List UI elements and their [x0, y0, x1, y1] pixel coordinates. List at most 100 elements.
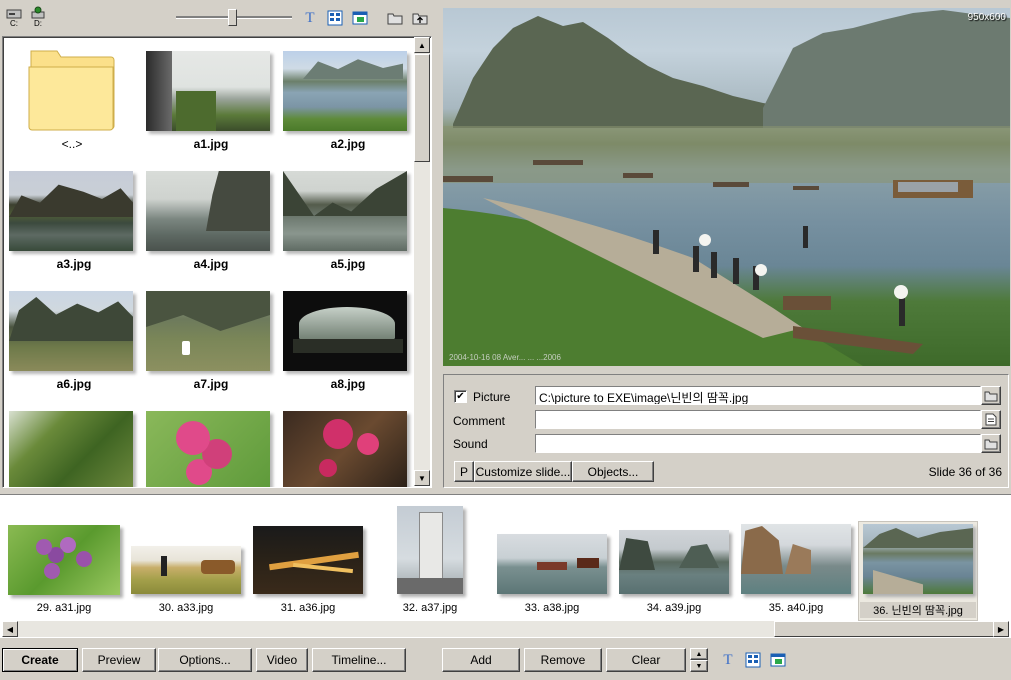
browser-item-a9[interactable] — [9, 409, 139, 487]
browser-item-a10[interactable] — [146, 409, 276, 487]
slide-label-selected: 36. 닌빈의 땀꼭.jpg — [860, 602, 976, 618]
up-folder-icon[interactable] — [411, 9, 429, 27]
remove-button[interactable]: Remove — [524, 648, 602, 672]
browser-item-a2[interactable]: a2.jpg — [283, 49, 413, 157]
folder-icon — [28, 50, 115, 131]
p-button[interactable]: P — [454, 461, 474, 482]
drive-d-icon[interactable]: D: — [28, 4, 48, 30]
browser-item-a6[interactable]: a6.jpg — [9, 289, 139, 397]
thumbnail-size-slider[interactable] — [176, 9, 292, 27]
open-folder-icon — [984, 391, 998, 401]
scroll-thumb[interactable] — [414, 54, 430, 162]
strip-horizontal-scrollbar[interactable]: ◀ ▶ — [2, 621, 1009, 637]
browser-item-a7[interactable]: a7.jpg — [146, 289, 276, 397]
list-view-icon[interactable] — [326, 9, 344, 27]
scroll-left-button[interactable]: ◀ — [2, 621, 18, 637]
browser-item-a8[interactable]: a8.jpg — [283, 289, 413, 397]
slide-image[interactable] — [741, 524, 851, 594]
slide-label: 31. a36.jpg — [280, 602, 336, 614]
parent-folder-item[interactable]: <..> — [7, 43, 137, 153]
browse-picture-button[interactable] — [981, 386, 1001, 405]
window-icon[interactable] — [351, 9, 369, 27]
browser-item-a4[interactable]: a4.jpg — [146, 169, 276, 277]
browse-sound-button[interactable] — [981, 434, 1001, 453]
slide-image[interactable] — [497, 534, 607, 594]
drive-d-label: D: — [34, 19, 42, 28]
video-button[interactable]: Video — [256, 648, 308, 672]
list-view-icon[interactable] — [744, 651, 762, 669]
scroll-thumb[interactable] — [774, 621, 994, 637]
picture-path-field[interactable]: C:\picture to EXE\image\닌빈의 땀꼭.jpg — [535, 386, 981, 405]
thumbnail-image — [146, 171, 270, 251]
top-toolbar: C: D: T — [0, 0, 440, 34]
slider-thumb[interactable] — [228, 9, 237, 26]
thumbnail-image — [283, 171, 407, 251]
text-icon[interactable]: T — [719, 651, 737, 669]
drive-c-label: C: — [10, 19, 18, 28]
item-label: a6.jpg — [56, 377, 92, 391]
item-label: a1.jpg — [193, 137, 229, 151]
slide-label: 32. a37.jpg — [402, 602, 458, 614]
slide-image-selected[interactable] — [863, 524, 973, 594]
slide-label: 33. a38.jpg — [524, 602, 580, 614]
clear-button[interactable]: Clear — [606, 648, 686, 672]
item-label: a8.jpg — [330, 377, 366, 391]
preview-button[interactable]: Preview — [82, 648, 156, 672]
browser-item-a1[interactable]: a1.jpg — [146, 49, 276, 157]
comment-field[interactable] — [535, 410, 981, 429]
thumbnail-image — [9, 291, 133, 371]
slide-label: 30. a33.jpg — [158, 602, 214, 614]
sound-label: Sound — [453, 437, 488, 451]
picture-label: Picture — [473, 390, 511, 404]
file-browser[interactable]: <..> a1.jpg a2.jpg a3.jpg a4.jpg a5.jpg — [2, 36, 432, 488]
thumbnail-image — [283, 51, 407, 131]
open-folder-icon[interactable] — [386, 9, 404, 27]
slide-image[interactable] — [8, 525, 120, 595]
picture-checkbox[interactable]: ✔ — [454, 390, 467, 403]
move-up-button[interactable]: ▲ — [690, 648, 708, 660]
slide-image[interactable] — [397, 506, 463, 594]
edit-comment-button[interactable] — [981, 410, 1001, 429]
browser-item-a3[interactable]: a3.jpg — [9, 169, 139, 277]
slide-image[interactable] — [619, 530, 729, 594]
options-button[interactable]: Options... — [158, 648, 252, 672]
preview-scene — [443, 10, 1010, 366]
add-button[interactable]: Add — [442, 648, 520, 672]
slide-image[interactable] — [131, 546, 241, 594]
browser-vertical-scrollbar[interactable]: ▲ ▼ — [414, 37, 430, 486]
item-label: a3.jpg — [56, 257, 92, 271]
document-icon — [985, 413, 997, 426]
browser-item-a5[interactable]: a5.jpg — [283, 169, 413, 277]
create-button[interactable]: Create — [2, 648, 78, 672]
drive-c-icon[interactable]: C: — [4, 6, 24, 30]
bottom-toolbar: Create Preview Options... Video Timeline… — [0, 640, 1011, 680]
text-icon[interactable]: T — [301, 9, 319, 27]
image-timestamp: 2004-10-16 08 Aver... ... ...2006 — [449, 353, 561, 362]
scroll-right-button[interactable]: ▶ — [993, 621, 1009, 637]
move-down-button[interactable]: ▼ — [690, 660, 708, 672]
browser-item-a11[interactable] — [283, 409, 413, 487]
slide-counter: Slide 36 of 36 — [928, 465, 1002, 479]
objects-button[interactable]: Objects... — [572, 461, 654, 482]
slide-label: 34. a39.jpg — [646, 602, 702, 614]
customize-slide-button[interactable]: Customize slide... — [474, 461, 572, 482]
thumbnail-image — [146, 411, 270, 487]
properties-panel: ✔ Picture C:\picture to EXE\image\닌빈의 땀꼭… — [443, 374, 1009, 488]
slide-label: 35. a40.jpg — [768, 602, 824, 614]
item-label: a5.jpg — [330, 257, 366, 271]
scroll-up-button[interactable]: ▲ — [414, 37, 430, 53]
open-folder-icon — [984, 439, 998, 449]
slide-label: 29. a31.jpg — [36, 602, 92, 614]
thumbnail-image — [146, 291, 270, 371]
slide-strip[interactable]: 29. a31.jpg 30. a33.jpg 31. a36.jpg 32. … — [0, 494, 1011, 638]
sound-field[interactable] — [535, 434, 981, 453]
comment-label: Comment — [453, 414, 506, 428]
slide-image[interactable] — [253, 526, 363, 594]
timeline-button[interactable]: Timeline... — [312, 648, 406, 672]
thumbnail-image — [9, 411, 133, 487]
thumbnail-image — [146, 51, 270, 131]
window-icon[interactable] — [769, 651, 787, 669]
item-label: a4.jpg — [193, 257, 229, 271]
scroll-down-button[interactable]: ▼ — [414, 470, 430, 486]
item-label: a2.jpg — [330, 137, 366, 151]
